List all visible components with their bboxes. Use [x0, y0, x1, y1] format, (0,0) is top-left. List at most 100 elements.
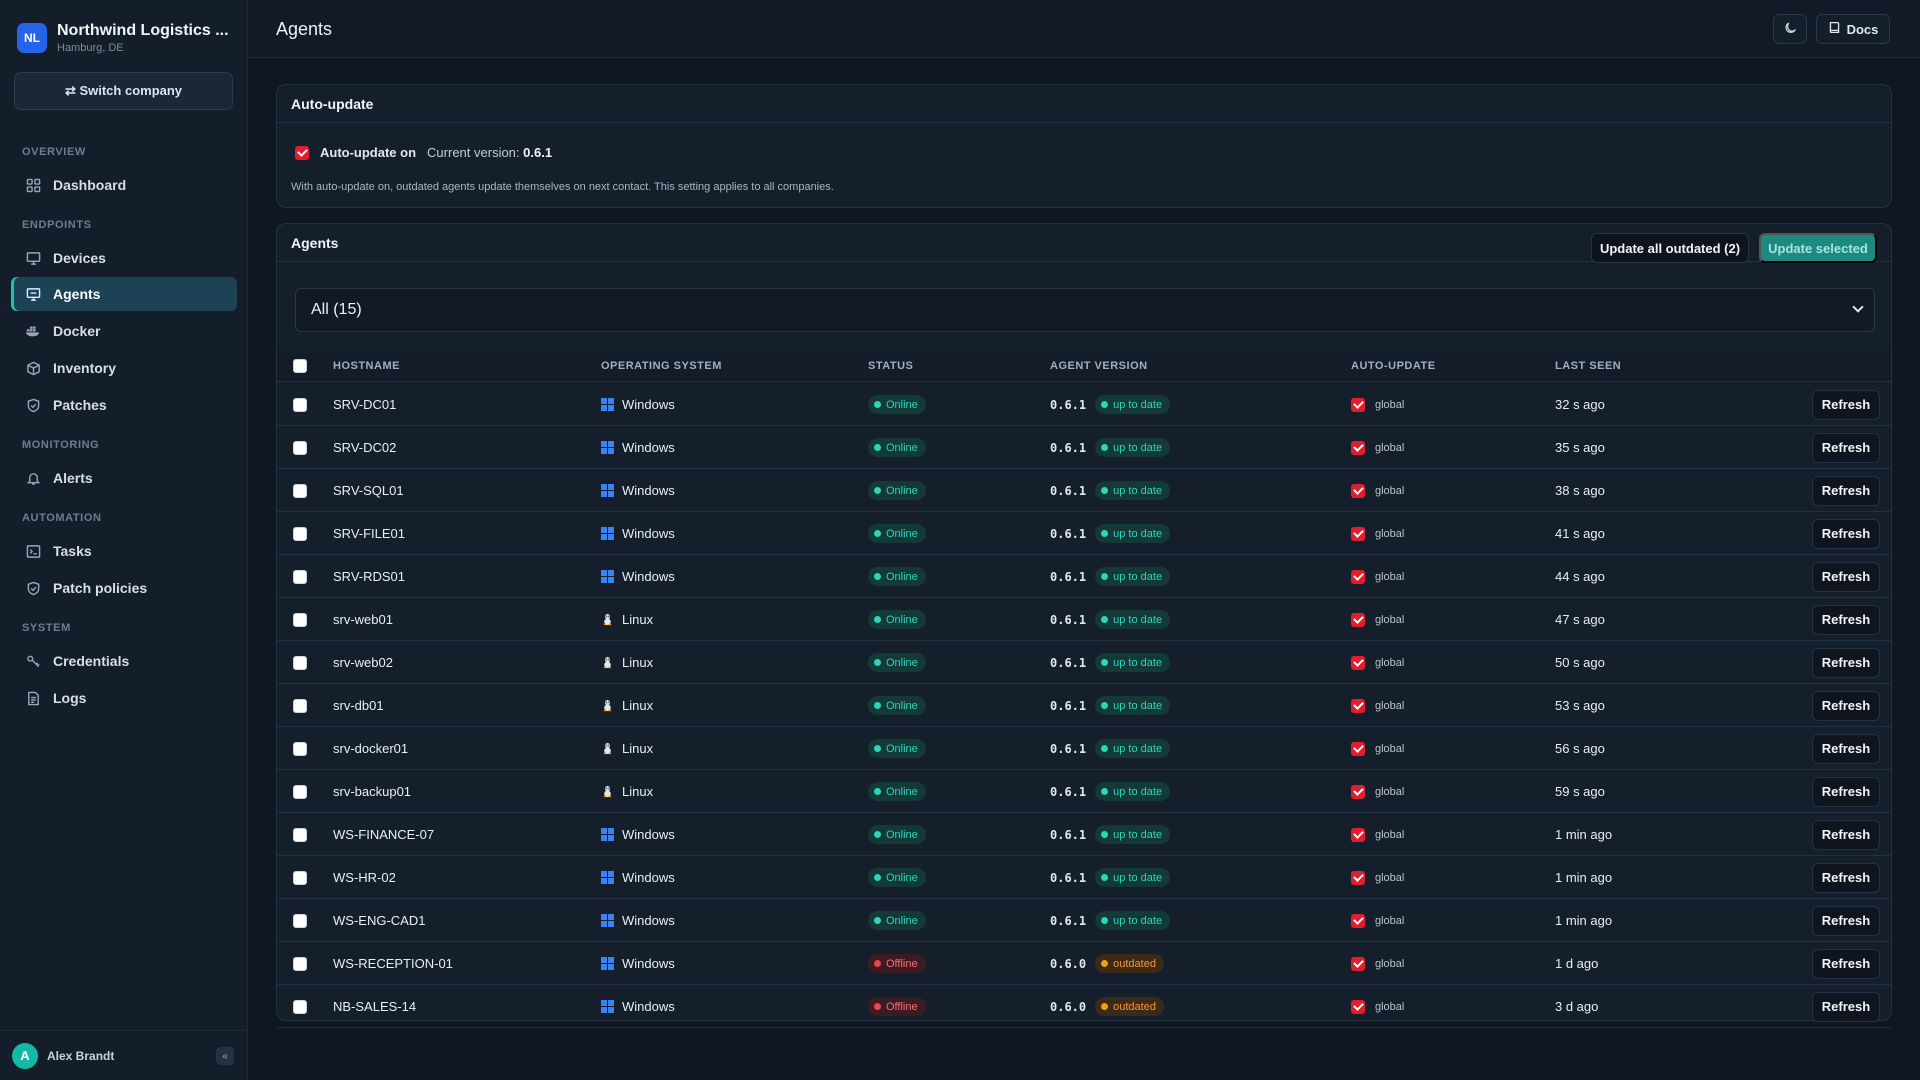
- update-selected-button[interactable]: Update selected: [1759, 233, 1877, 263]
- sidebar-item-dashboard[interactable]: Dashboard: [11, 168, 237, 202]
- auto-update-title: Auto-update: [277, 85, 1891, 123]
- refresh-button[interactable]: Refresh: [1812, 475, 1880, 506]
- sidebar-item-patches[interactable]: Patches: [11, 388, 237, 422]
- row-select-checkbox[interactable]: [293, 612, 307, 627]
- version-state-badge: up to date: [1095, 825, 1171, 844]
- sidebar-item-credentials[interactable]: Credentials: [11, 644, 237, 678]
- row-select-checkbox[interactable]: [293, 397, 307, 412]
- row-auto-update-checkbox[interactable]: [1351, 784, 1365, 799]
- sidebar-item-tasks[interactable]: Tasks: [11, 534, 237, 568]
- row-select-checkbox[interactable]: [293, 483, 307, 498]
- row-select-checkbox[interactable]: [293, 698, 307, 713]
- refresh-button[interactable]: Refresh: [1812, 733, 1880, 764]
- status-cell: Online: [868, 899, 926, 942]
- refresh-button[interactable]: Refresh: [1812, 905, 1880, 936]
- row-select-checkbox[interactable]: [293, 784, 307, 799]
- update-all-outdated-button[interactable]: Update all outdated (2): [1591, 233, 1749, 263]
- table-row[interactable]: WS-RECEPTION-01 Windows Offline 0.6.0 outdat…: [277, 942, 1891, 985]
- row-auto-update-checkbox[interactable]: [1351, 569, 1365, 584]
- refresh-button[interactable]: Refresh: [1812, 991, 1880, 1022]
- row-auto-update-checkbox[interactable]: [1351, 483, 1365, 498]
- refresh-button[interactable]: Refresh: [1812, 518, 1880, 549]
- table-row[interactable]: srv-docker01 Linux Online 0.6.1 up to date gl…: [277, 727, 1891, 770]
- row-auto-update-checkbox[interactable]: [1351, 440, 1365, 455]
- table-row[interactable]: SRV-SQL01 Windows Online 0.6.1 up to date glo…: [277, 469, 1891, 512]
- table-row[interactable]: WS-ENG-CAD1 Windows Online 0.6.1 up to date g…: [277, 899, 1891, 942]
- switch-company-button[interactable]: ⇄ Switch company: [14, 72, 233, 110]
- column-header-os[interactable]: OPERATING SYSTEM: [601, 360, 722, 372]
- row-select-checkbox[interactable]: [293, 741, 307, 756]
- sidebar-item-devices[interactable]: Devices: [11, 241, 237, 275]
- auto-update-checkbox[interactable]: [295, 145, 309, 160]
- refresh-button[interactable]: Refresh: [1812, 647, 1880, 678]
- table-row[interactable]: srv-db01 Linux Online 0.6.1 up to date global…: [277, 684, 1891, 727]
- row-auto-update-checkbox[interactable]: [1351, 397, 1365, 412]
- row-select-checkbox[interactable]: [293, 827, 307, 842]
- refresh-button[interactable]: Refresh: [1812, 776, 1880, 807]
- column-header-hostname[interactable]: HOSTNAME: [333, 360, 400, 372]
- column-header-last-seen[interactable]: LAST SEEN: [1555, 360, 1621, 372]
- row-auto-update-checkbox[interactable]: [1351, 827, 1365, 842]
- refresh-button[interactable]: Refresh: [1812, 819, 1880, 850]
- table-row[interactable]: SRV-DC01 Windows Online 0.6.1 up to date glob…: [277, 383, 1891, 426]
- sidebar-item-patch-policies[interactable]: Patch policies: [11, 571, 237, 605]
- nav-section-automation: AUTOMATION: [22, 512, 102, 524]
- version-state-badge: up to date: [1095, 868, 1171, 887]
- row-select-checkbox[interactable]: [293, 870, 307, 885]
- column-header-auto-update[interactable]: AUTO-UPDATE: [1351, 360, 1436, 372]
- refresh-button[interactable]: Refresh: [1812, 389, 1880, 420]
- row-select-checkbox[interactable]: [293, 655, 307, 670]
- row-auto-update-checkbox[interactable]: [1351, 870, 1365, 885]
- sidebar-item-alerts[interactable]: Alerts: [11, 461, 237, 495]
- table-row[interactable]: srv-web02 Linux Online 0.6.1 up to date globa…: [277, 641, 1891, 684]
- row-auto-update-checkbox[interactable]: [1351, 526, 1365, 541]
- row-auto-update-checkbox[interactable]: [1351, 612, 1365, 627]
- row-auto-update-checkbox[interactable]: [1351, 913, 1365, 928]
- table-row[interactable]: srv-web01 Linux Online 0.6.1 up to date globa…: [277, 598, 1891, 641]
- collapse-sidebar-button[interactable]: «: [216, 1047, 234, 1065]
- company-location: Hamburg, DE: [57, 42, 124, 54]
- sidebar-item-docker[interactable]: Docker: [11, 314, 237, 348]
- table-row[interactable]: SRV-DC02 Windows Online 0.6.1 up to date glob…: [277, 426, 1891, 469]
- sidebar-item-inventory[interactable]: Inventory: [11, 351, 237, 385]
- row-select-checkbox[interactable]: [293, 999, 307, 1014]
- row-select-checkbox[interactable]: [293, 526, 307, 541]
- agent-version: 0.6.1: [1050, 698, 1087, 713]
- docs-button[interactable]: Docs: [1816, 14, 1890, 44]
- windows-icon: [601, 871, 614, 884]
- row-auto-update-checkbox[interactable]: [1351, 741, 1365, 756]
- column-header-agent-version[interactable]: AGENT VERSION: [1050, 360, 1148, 372]
- table-row[interactable]: srv-backup01 Linux Online 0.6.1 up to date gl…: [277, 770, 1891, 813]
- refresh-button[interactable]: Refresh: [1812, 561, 1880, 592]
- column-header-status[interactable]: STATUS: [868, 360, 913, 372]
- table-row[interactable]: NB-SALES-14 Windows Offline 0.6.0 outdated gl…: [277, 985, 1891, 1028]
- table-row[interactable]: SRV-FILE01 Windows Online 0.6.1 up to date gl…: [277, 512, 1891, 555]
- row-auto-update-checkbox[interactable]: [1351, 655, 1365, 670]
- table-row[interactable]: SRV-RDS01 Windows Online 0.6.1 up to date glo…: [277, 555, 1891, 598]
- row-select-checkbox[interactable]: [293, 913, 307, 928]
- os-cell: Windows: [601, 899, 675, 942]
- select-all-checkbox[interactable]: [293, 359, 307, 373]
- agent-filter-select[interactable]: All (15): [295, 288, 1875, 332]
- refresh-button[interactable]: Refresh: [1812, 604, 1880, 635]
- version-state-label: up to date: [1113, 742, 1163, 755]
- sidebar-item-logs[interactable]: Logs: [11, 681, 237, 715]
- row-select-checkbox[interactable]: [293, 956, 307, 971]
- table-row[interactable]: WS-HR-02 Windows Online 0.6.1 up to date glob…: [277, 856, 1891, 899]
- row-auto-update-checkbox[interactable]: [1351, 956, 1365, 971]
- row-auto-update-checkbox[interactable]: [1351, 999, 1365, 1014]
- company-header[interactable]: NL Northwind Logistics ... Hamburg, DE: [17, 20, 237, 56]
- auto-update-scope: global: [1375, 527, 1405, 540]
- sidebar-item-agents[interactable]: Agents: [11, 277, 237, 311]
- avatar[interactable]: A: [12, 1042, 38, 1069]
- refresh-button[interactable]: Refresh: [1812, 862, 1880, 893]
- refresh-button[interactable]: Refresh: [1812, 690, 1880, 721]
- row-select-checkbox[interactable]: [293, 440, 307, 455]
- os-label: Linux: [622, 655, 654, 670]
- row-auto-update-checkbox[interactable]: [1351, 698, 1365, 713]
- refresh-button[interactable]: Refresh: [1812, 948, 1880, 979]
- refresh-button[interactable]: Refresh: [1812, 432, 1880, 463]
- table-row[interactable]: WS-FINANCE-07 Windows Online 0.6.1 up to dat…: [277, 813, 1891, 856]
- theme-toggle-button[interactable]: [1773, 14, 1807, 44]
- row-select-checkbox[interactable]: [293, 569, 307, 584]
